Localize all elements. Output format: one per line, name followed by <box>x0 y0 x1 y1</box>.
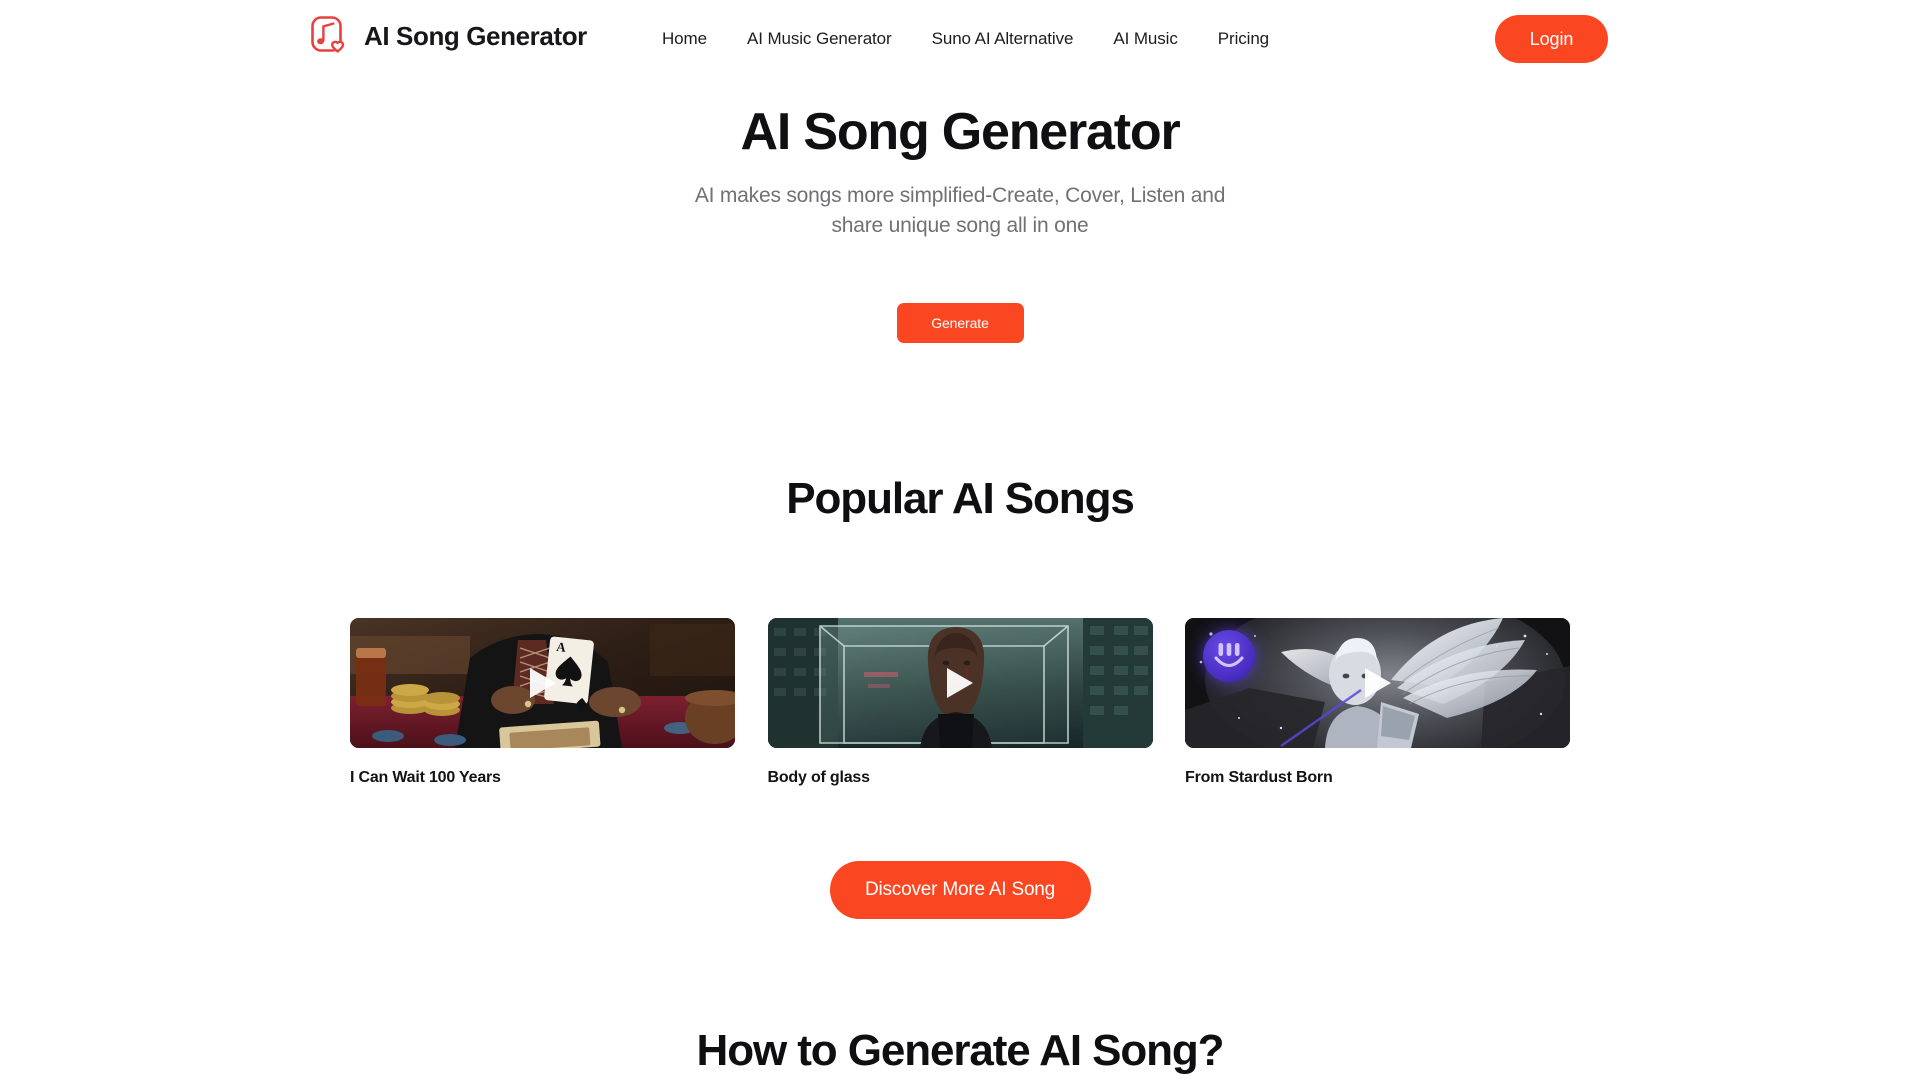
popular-songs-section: Popular AI Songs A I Can Wait 100 Years … <box>0 474 1920 919</box>
watermark-glyph <box>1214 642 1244 668</box>
hero-section: AI Song Generator AI makes songs more si… <box>0 78 1920 343</box>
nav-item-suno-ai-alternative[interactable]: Suno AI Alternative <box>932 23 1074 55</box>
song-thumbnail-artwork <box>767 617 1153 748</box>
music-note-heart-icon <box>311 16 345 53</box>
song-title: Body of glass <box>767 768 871 786</box>
site-header: AI Song Generator Home AI Music Generato… <box>0 0 1920 78</box>
song-thumbnail[interactable] <box>1185 617 1570 748</box>
how-to-generate-section: How to Generate AI Song? <box>0 1025 1920 1075</box>
brand-name: AI Song Generator <box>364 20 587 51</box>
song-card[interactable]: From Stardust Born <box>1185 617 1570 787</box>
nav-item-home[interactable]: Home <box>662 23 707 55</box>
song-card[interactable]: Body of glass <box>767 617 1153 787</box>
song-thumbnail[interactable] <box>767 617 1153 748</box>
purple-smile-watermark-icon <box>1203 629 1255 682</box>
page-title: AI Song Generator <box>740 103 1181 161</box>
section-title-how-to-generate: How to Generate AI Song? <box>696 1025 1225 1075</box>
section-title-popular-songs: Popular AI Songs <box>786 473 1135 523</box>
song-thumbnail-artwork: A <box>350 617 735 748</box>
nav-item-ai-music[interactable]: AI Music <box>1113 23 1177 55</box>
song-card[interactable]: A I Can Wait 100 Years <box>350 617 735 787</box>
nav-item-ai-music-generator[interactable]: AI Music Generator <box>747 23 892 55</box>
hero-subtitle: AI makes songs more simplified-Create, C… <box>694 184 1226 238</box>
brand-logo-link[interactable]: AI Song Generator <box>308 14 587 58</box>
login-button[interactable]: Login <box>1495 15 1608 63</box>
main-navigation: Home AI Music Generator Suno AI Alternat… <box>662 0 1269 78</box>
song-thumbnail[interactable]: A <box>350 617 735 748</box>
song-title: From Stardust Born <box>1185 768 1333 786</box>
song-grid: A I Can Wait 100 Years Body of glass Fro… <box>350 617 1570 787</box>
nav-item-pricing[interactable]: Pricing <box>1218 23 1269 55</box>
generate-button[interactable]: Generate <box>896 302 1024 343</box>
discover-more-button[interactable]: Discover More AI Song <box>829 860 1091 919</box>
song-title: I Can Wait 100 Years <box>350 768 501 786</box>
